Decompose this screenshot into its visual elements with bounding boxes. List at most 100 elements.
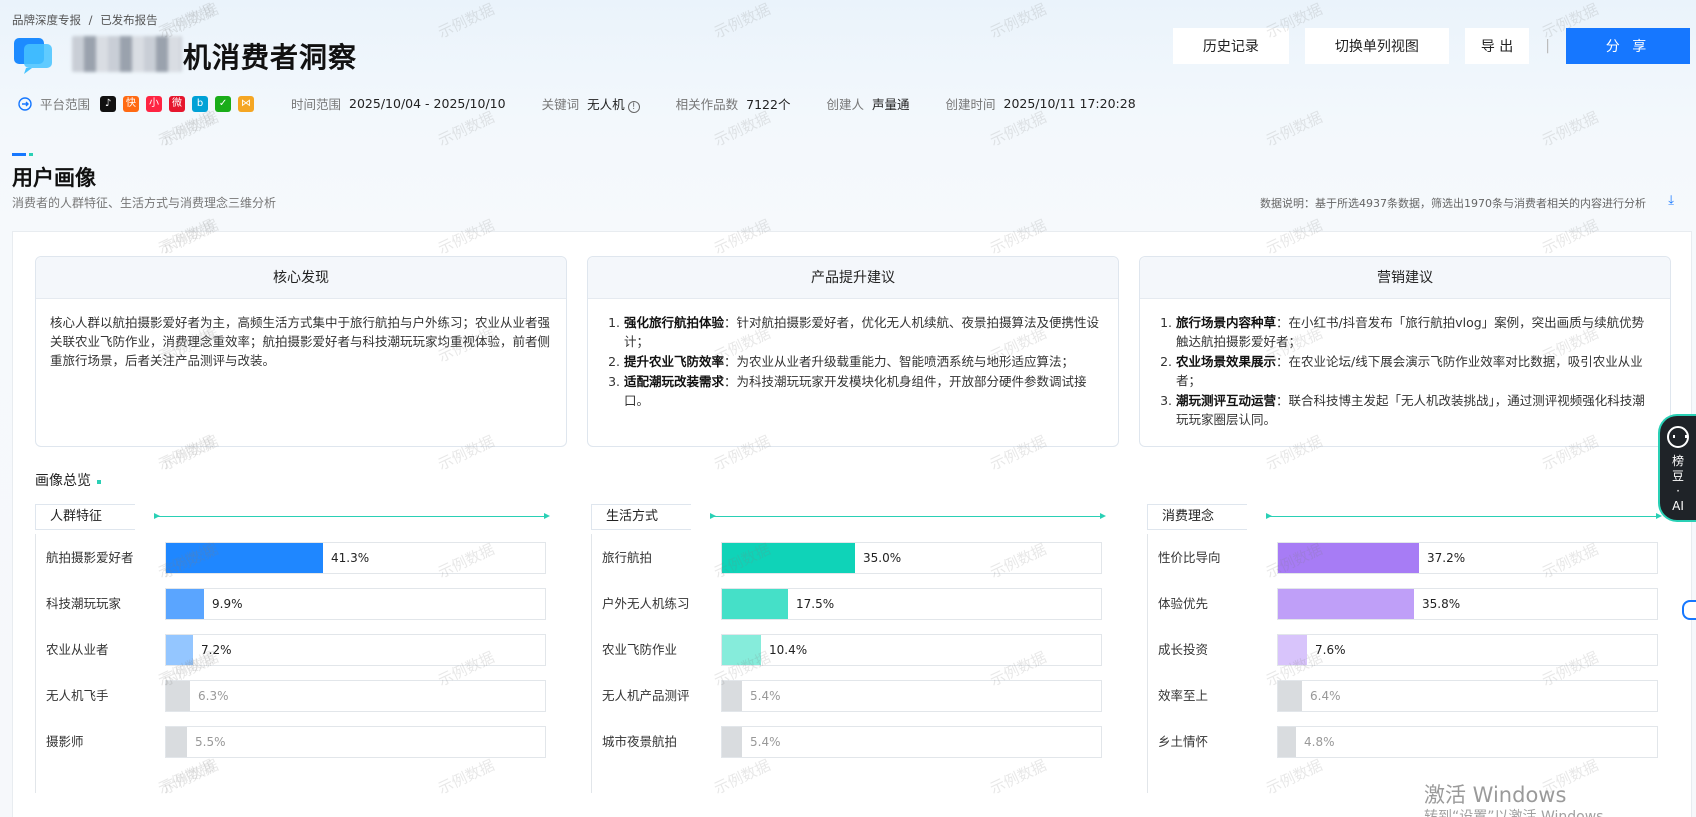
portrait-bar-row: 无人机产品测评 5.4% bbox=[591, 680, 1111, 712]
breadcrumb-separator: / bbox=[88, 13, 93, 27]
single-view-button[interactable]: 切换单列视图 bbox=[1304, 28, 1449, 64]
portrait-bar-row: 农业从业者 7.2% bbox=[35, 634, 555, 666]
marketing-suggestion-head: 农业场景效果展示 bbox=[1176, 354, 1277, 369]
product-suggestion-body: ：为农业从业者升级载重能力、智能喷洒系统与地形适应算法； bbox=[724, 354, 1075, 369]
download-icon[interactable]: ⤓ bbox=[1668, 193, 1674, 208]
portrait-bar-track: 5.5% bbox=[165, 726, 546, 758]
portrait-bar-track: 4.8% bbox=[1277, 726, 1658, 758]
side-panel-toggle-icon[interactable] bbox=[1682, 600, 1696, 620]
report-meta: 平台范围 ♪ 快小微 b ✓ ⋈ 时间范围 2025/10/04 - 2025/10/1… bbox=[18, 94, 1172, 113]
overview-title: 画像总览 bbox=[35, 473, 91, 489]
portrait-bar-value: 5.4% bbox=[750, 735, 781, 749]
portrait-bar-row: 性价比导向 37.2% bbox=[1147, 542, 1667, 574]
portrait-bar-label: 科技潮玩玩家 bbox=[46, 596, 122, 611]
section-title: 用户画像 bbox=[12, 166, 96, 190]
portrait-bar-row: 乡土情怀 4.8% bbox=[1147, 726, 1667, 758]
product-suggestion-item: 适配潮玩改装需求：为科技潮玩玩家开发模块化机身组件，开放部分硬件参数调试接口。 bbox=[624, 372, 1104, 410]
platform-icons: ♪ 快小微 b ✓ ⋈ bbox=[100, 95, 261, 112]
product-suggestions-card: 产品提升建议 强化旅行航拍体验：针对航拍摄影爱好者，优化无人机续航、夜景拍摄算法… bbox=[587, 256, 1119, 447]
portrait-bar-row: 城市夜景航拍 5.4% bbox=[591, 726, 1111, 758]
product-suggestion-head: 适配潮玩改装需求 bbox=[624, 374, 725, 389]
portrait-bar-fill bbox=[1278, 681, 1302, 711]
breadcrumb-item-reports[interactable]: 品牌深度专报 bbox=[12, 13, 81, 27]
portrait-bar-value: 5.4% bbox=[750, 689, 781, 703]
ai-label-4: AI bbox=[1672, 499, 1684, 513]
portrait-bar-fill bbox=[1278, 727, 1296, 757]
windows-activation-hint: 转到“设置”以激活 Windows。 bbox=[1424, 809, 1618, 817]
wechat-icon: ✓ bbox=[215, 95, 232, 112]
breadcrumb: 品牌深度专报 / 已发布报告 bbox=[12, 12, 162, 28]
portrait-bar-row: 户外无人机练习 17.5% bbox=[591, 588, 1111, 620]
portrait-group-tag: 消费理念 bbox=[1147, 504, 1247, 530]
portrait-bar-row: 旅行航拍 35.0% bbox=[591, 542, 1111, 574]
product-suggestion-item: 强化旅行航拍体验：针对航拍摄影爱好者，优化无人机续航、夜景拍摄算法及便携性设计； bbox=[624, 313, 1104, 351]
section-accent-bar bbox=[12, 153, 26, 156]
windows-activation-title: 激活 Windows bbox=[1424, 783, 1567, 807]
portrait-bar-value: 41.3% bbox=[331, 551, 370, 565]
portrait-bar-track: 9.9% bbox=[165, 588, 546, 620]
portrait-bar-row: 航拍摄影爱好者 41.3% bbox=[35, 542, 555, 574]
overview-accent-dot bbox=[97, 480, 101, 484]
watermark-text: 示例数据 bbox=[1263, 108, 1326, 150]
portrait-bar-row: 摄影师 5.5% bbox=[35, 726, 555, 758]
portrait-bar-fill bbox=[166, 543, 323, 573]
history-button[interactable]: 历史记录 bbox=[1172, 28, 1289, 64]
creator-label: 创建人 bbox=[826, 97, 864, 112]
portrait-bar-row: 效率至上 6.4% bbox=[1147, 680, 1667, 712]
marketing-suggestions-list: 旅行场景内容种草：在小红书/抖音发布「旅行航拍vlog」案例，突出画质与续航优势… bbox=[1154, 313, 1656, 429]
report-logo-icon bbox=[14, 38, 52, 74]
marketing-suggestion-head: 旅行场景内容种草 bbox=[1176, 315, 1277, 330]
portrait-bar-value: 6.3% bbox=[198, 689, 229, 703]
marketing-suggestion-head: 潮玩测评互动运营 bbox=[1176, 393, 1277, 408]
marketing-suggestion-item: 旅行场景内容种草：在小红书/抖音发布「旅行航拍vlog」案例，突出画质与续航优势… bbox=[1176, 313, 1656, 351]
portrait-bar-row: 科技潮玩玩家 9.9% bbox=[35, 588, 555, 620]
redacted-brand-name bbox=[72, 36, 182, 72]
watermark-text: 示例数据 bbox=[435, 0, 498, 42]
data-note: 数据说明：基于所选4937条数据，筛选出1970条与消费者相关的内容进行分析 bbox=[1260, 197, 1646, 210]
product-suggestion-head: 提升农业飞防效率 bbox=[624, 354, 725, 369]
portrait-bar-value: 37.2% bbox=[1427, 551, 1466, 565]
portrait-bar-value: 35.0% bbox=[863, 551, 902, 565]
portrait-bar-label: 摄影师 bbox=[46, 734, 84, 749]
portrait-group-tag: 人群特征 bbox=[35, 504, 135, 530]
portrait-bar-label: 旅行航拍 bbox=[602, 550, 653, 565]
portrait-bar-label: 效率至上 bbox=[1158, 688, 1209, 703]
kuaishou-icon: 快 bbox=[123, 95, 140, 112]
top-actions: 历史记录 切换单列视图 导 出 | 分 享 bbox=[1172, 28, 1690, 64]
portrait-bar-value: 7.6% bbox=[1315, 643, 1346, 657]
created-time-label: 创建时间 bbox=[945, 97, 996, 112]
portrait-bar-track: 37.2% bbox=[1277, 542, 1658, 574]
export-button[interactable]: 导 出 bbox=[1464, 28, 1530, 64]
portrait-bar-track: 6.3% bbox=[165, 680, 546, 712]
portrait-bar-track: 7.2% bbox=[165, 634, 546, 666]
keyword-value: 无人机 bbox=[587, 97, 625, 112]
portrait-bar-track: 41.3% bbox=[165, 542, 546, 574]
portrait-bar-fill bbox=[1278, 543, 1419, 573]
portrait-bar-fill bbox=[166, 589, 204, 619]
ai-assistant-button[interactable]: 榜 豆 · AI bbox=[1658, 414, 1696, 522]
portrait-bar-fill bbox=[166, 681, 190, 711]
portrait-bar-label: 航拍摄影爱好者 bbox=[46, 550, 134, 565]
portrait-bar-row: 成长投资 7.6% bbox=[1147, 634, 1667, 666]
watermark-text: 示例数据 bbox=[987, 0, 1050, 42]
works-count-label: 相关作品数 bbox=[675, 97, 739, 112]
portrait-bar-label: 农业从业者 bbox=[46, 642, 109, 657]
portrait-bar-track: 5.4% bbox=[721, 726, 1102, 758]
breadcrumb-item-published[interactable]: 已发布报告 bbox=[100, 13, 158, 27]
group-timeline bbox=[1266, 513, 1662, 519]
user-portrait-panel: 核心发现 核心人群以航拍摄影爱好者为主，高频生活方式集中于旅行航拍与户外练习；农… bbox=[12, 231, 1692, 817]
portrait-bar-track: 35.0% bbox=[721, 542, 1102, 574]
core-findings-text: 核心人群以航拍摄影爱好者为主，高频生活方式集中于旅行航拍与户外练习；农业从业者强… bbox=[50, 315, 551, 368]
ai-robot-icon bbox=[1667, 426, 1689, 448]
portrait-bar-label: 体验优先 bbox=[1158, 596, 1209, 611]
portrait-bar-value: 4.8% bbox=[1304, 735, 1335, 749]
core-findings-card: 核心发现 核心人群以航拍摄影爱好者为主，高频生活方式集中于旅行航拍与户外练习；农… bbox=[35, 256, 567, 447]
keyword-info-icon[interactable]: ! bbox=[627, 101, 640, 113]
group-timeline bbox=[710, 513, 1106, 519]
marketing-suggestions-title: 营销建议 bbox=[1140, 257, 1670, 299]
share-button[interactable]: 分 享 bbox=[1566, 28, 1690, 64]
portrait-bar-value: 10.4% bbox=[769, 643, 808, 657]
product-suggestion-item: 提升农业飞防效率：为农业从业者升级载重能力、智能喷洒系统与地形适应算法； bbox=[624, 352, 1104, 371]
portrait-bar-row: 无人机飞手 6.3% bbox=[35, 680, 555, 712]
portrait-bar-label: 无人机产品测评 bbox=[602, 688, 690, 703]
